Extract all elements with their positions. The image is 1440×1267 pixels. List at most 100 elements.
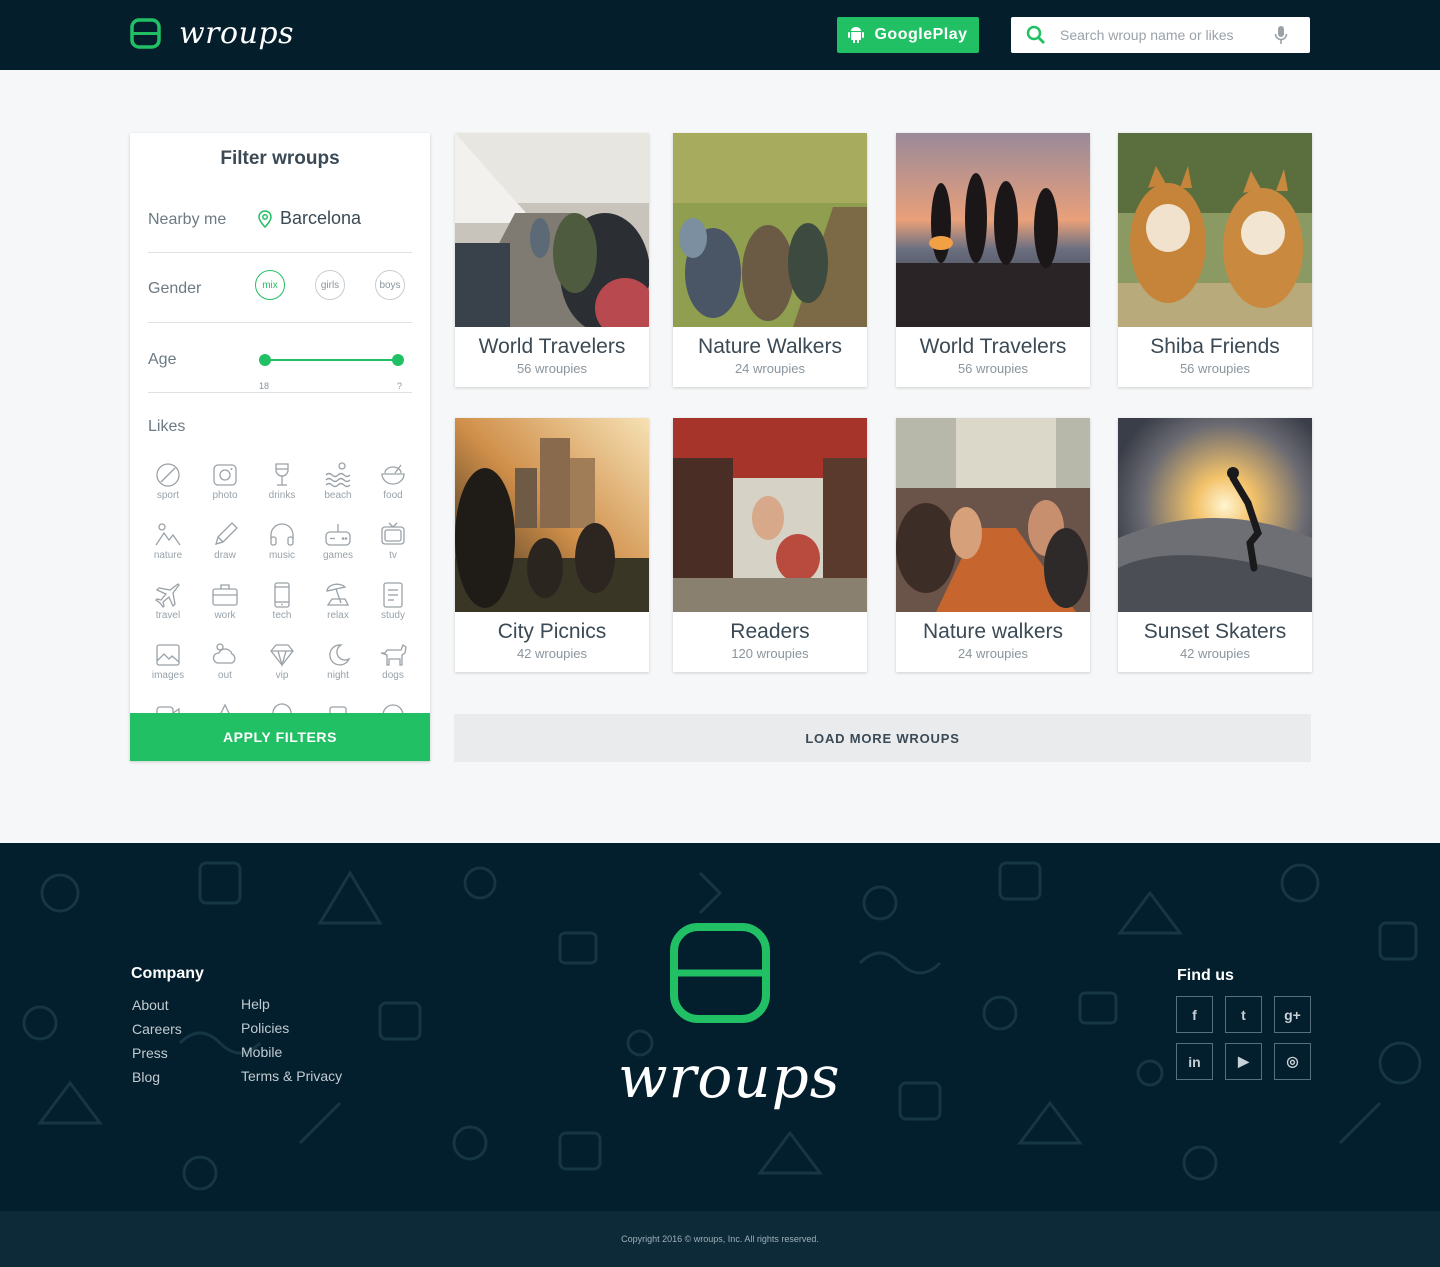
group-title: World Travelers	[919, 335, 1067, 358]
group-card[interactable]: World Travelers 56 wroupies	[455, 133, 649, 387]
age-max-handle[interactable]	[392, 354, 404, 366]
location-selector[interactable]: Barcelona	[258, 208, 361, 229]
like-music[interactable]: music	[262, 521, 302, 561]
like-tech[interactable]: tech	[262, 581, 302, 621]
like-food[interactable]: food	[373, 461, 412, 501]
instagram-icon[interactable]: ◎	[1274, 1043, 1311, 1080]
filter-panel: Filter wroups Nearby me Barcelona Gender…	[130, 133, 430, 761]
images-icon	[156, 644, 180, 666]
music-icon	[270, 523, 294, 546]
microphone-icon[interactable]	[1274, 26, 1288, 45]
group-member-count: 42 wroupies	[516, 646, 588, 661]
group-member-count: 120 wroupies	[731, 646, 809, 661]
footer: Company About Careers Press Blog Help Po…	[0, 843, 1440, 1211]
apply-filters-button[interactable]: APPLY FILTERS	[130, 713, 430, 761]
footer-link-help[interactable]: Help	[241, 996, 270, 1012]
group-card[interactable]: Nature Walkers 24 wroupies	[673, 133, 867, 387]
like-more-2[interactable]	[205, 701, 245, 713]
like-nature[interactable]: nature	[148, 521, 188, 561]
like-tv[interactable]: tv	[373, 521, 412, 561]
like-more-3[interactable]	[262, 701, 302, 713]
footer-link-about[interactable]: About	[132, 997, 169, 1013]
sport-icon	[156, 463, 180, 487]
like-vip[interactable]: vip	[262, 641, 302, 681]
group-card[interactable]: Readers 120 wroupies	[673, 418, 867, 672]
footer-link-press[interactable]: Press	[132, 1045, 168, 1061]
search-icon	[1026, 25, 1045, 44]
group-card[interactable]: Shiba Friends 56 wroupies	[1118, 133, 1312, 387]
like-photo[interactable]: photo	[205, 461, 245, 501]
draw-icon	[215, 522, 238, 545]
like-sport[interactable]: sport	[148, 461, 188, 501]
gender-label: Gender	[148, 280, 202, 297]
like-dogs[interactable]: dogs	[373, 641, 412, 681]
group-title: Nature walkers	[922, 620, 1064, 643]
group-member-count: 56 wroupies	[957, 361, 1029, 376]
load-more-button[interactable]: LOAD MORE WROUPS	[454, 714, 1311, 762]
group-image	[896, 133, 1090, 327]
tech-icon	[274, 582, 290, 608]
divider	[148, 322, 412, 323]
like-travel[interactable]: travel	[148, 581, 188, 621]
like-study[interactable]: study	[373, 581, 412, 621]
nearby-label: Nearby me	[148, 211, 227, 228]
facebook-icon[interactable]: f	[1176, 996, 1213, 1033]
like-more-4[interactable]	[318, 701, 358, 713]
group-card[interactable]: Sunset Skaters 42 wroupies	[1118, 418, 1312, 672]
group-card[interactable]: Nature walkers 24 wroupies	[896, 418, 1090, 672]
like-night[interactable]: night	[318, 641, 358, 681]
linkedin-icon[interactable]: in	[1176, 1043, 1213, 1080]
gender-mix-button[interactable]: mix	[255, 270, 285, 300]
age-min-handle[interactable]	[259, 354, 271, 366]
group-title: Readers	[730, 620, 810, 643]
like-draw[interactable]: draw	[205, 521, 245, 561]
twitter-icon[interactable]: t	[1225, 996, 1262, 1033]
age-range-slider[interactable]: 18 ?	[259, 354, 404, 391]
footer-link-mobile[interactable]: Mobile	[241, 1044, 282, 1060]
android-icon	[848, 27, 865, 43]
googleplus-icon[interactable]: g+	[1274, 996, 1311, 1033]
like-images[interactable]: images	[148, 641, 188, 681]
photo-icon	[213, 464, 237, 486]
find-us-title: Find us	[1177, 967, 1234, 984]
group-title: World Travelers	[478, 335, 626, 358]
drinks-icon	[275, 463, 289, 486]
footer-pattern	[22, 861, 1422, 1191]
footer-link-blog[interactable]: Blog	[132, 1069, 160, 1085]
like-games[interactable]: games	[318, 521, 358, 561]
like-beach[interactable]: beach	[318, 461, 358, 501]
age-max-value: ?	[396, 381, 402, 391]
nature-icon	[155, 523, 181, 546]
logo-text: wroups	[179, 16, 295, 51]
youtube-icon[interactable]: ▶	[1225, 1043, 1262, 1080]
food-icon	[381, 464, 405, 485]
group-member-count: 24 wroupies	[734, 361, 806, 376]
group-title: City Picnics	[497, 620, 607, 643]
like-drinks[interactable]: drinks	[262, 461, 302, 501]
beach-icon	[325, 462, 351, 488]
group-member-count: 56 wroupies	[516, 361, 588, 376]
gender-girls-button[interactable]: girls	[315, 270, 345, 300]
art-icon	[382, 704, 404, 713]
group-image	[455, 133, 649, 327]
location-value: Barcelona	[280, 208, 362, 228]
group-image	[1118, 418, 1312, 612]
group-card[interactable]: World Travelers 56 wroupies	[896, 133, 1090, 387]
group-card[interactable]: City Picnics 42 wroupies	[455, 418, 649, 672]
like-more-5[interactable]	[373, 701, 412, 713]
group-image	[896, 418, 1090, 612]
gender-boys-button[interactable]: boys	[375, 270, 405, 300]
like-out[interactable]: out	[205, 641, 245, 681]
group-title: Shiba Friends	[1150, 335, 1280, 358]
search-input[interactable]	[1060, 27, 1260, 43]
like-relax[interactable]: relax	[318, 581, 358, 621]
party-icon	[220, 703, 230, 713]
footer-link-policies[interactable]: Policies	[241, 1020, 289, 1036]
like-work[interactable]: work	[205, 581, 245, 621]
like-more-1[interactable]	[148, 701, 188, 713]
dogs-icon	[380, 644, 407, 666]
logo[interactable]: wroups	[130, 18, 294, 49]
footer-link-careers[interactable]: Careers	[132, 1021, 182, 1037]
googleplay-button[interactable]: GooglePlay	[837, 17, 979, 53]
footer-link-terms[interactable]: Terms & Privacy	[241, 1068, 342, 1084]
